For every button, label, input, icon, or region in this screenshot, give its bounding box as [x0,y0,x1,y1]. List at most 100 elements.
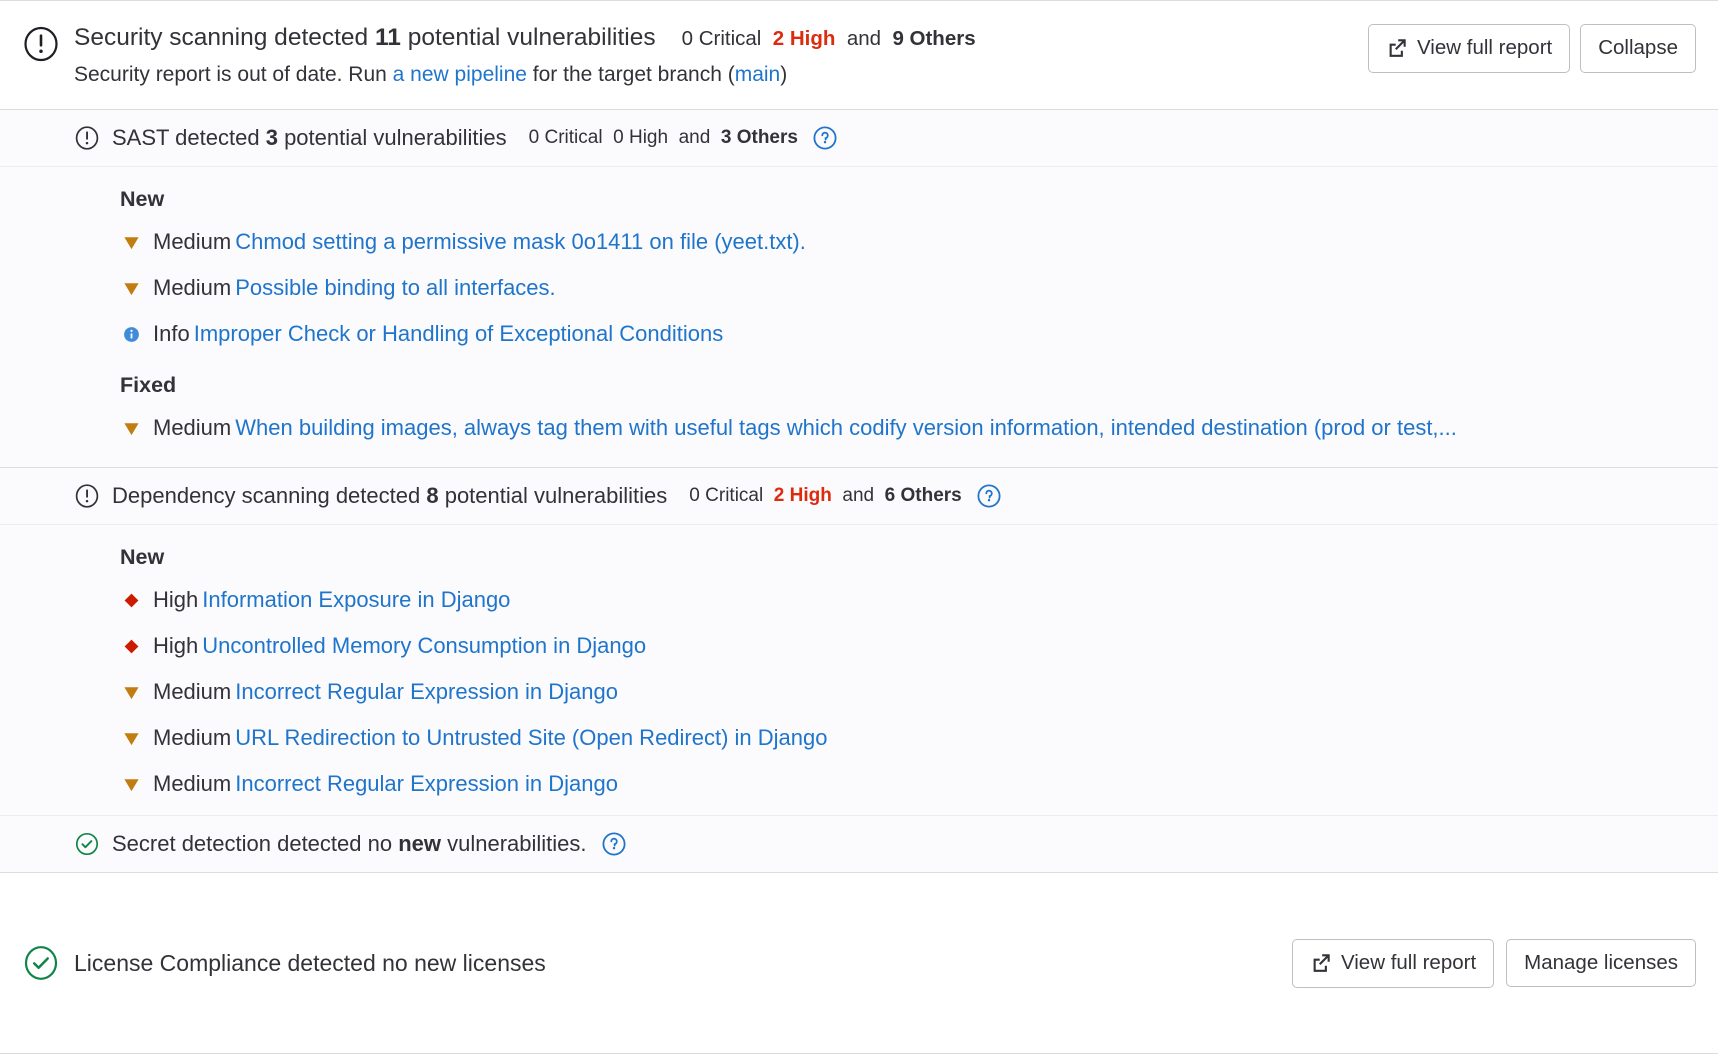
sast-title: SAST detected 3 potential vulnerabilitie… [112,124,507,152]
finding-name-link[interactable]: Possible binding to all interfaces. [235,274,555,302]
manage-licenses-button[interactable]: Manage licenses [1506,939,1696,988]
finding-severity: Medium [153,414,231,442]
sast-group-new-title: New [120,185,1696,213]
warning-circle-icon [74,483,100,509]
secret-text-bold: new [398,831,441,856]
finding-severity: High [153,632,198,660]
warning-circle-icon [74,125,100,151]
sast-section-header[interactable]: SAST detected 3 potential vulnerabilitie… [0,110,1718,167]
severity-high-diamond-icon [120,637,142,656]
finding-row[interactable]: Medium URL Redirection to Untrusted Site… [120,715,1696,761]
question-circle-icon[interactable] [976,483,1002,509]
dependency-title: Dependency scanning detected 8 potential… [112,482,667,510]
summary-others-count: 9 Others [892,24,975,54]
external-link-icon [1386,37,1408,59]
severity-medium-triangle-icon [120,683,142,702]
sast-and-word: and [679,127,711,149]
sast-group-fixed-title: Fixed [120,371,1696,399]
summary-and-word: and [847,24,881,54]
finding-severity: Medium [153,770,231,798]
secret-detection-text: Secret detection detected no new vulnera… [112,830,587,858]
collapse-button[interactable]: Collapse [1580,24,1696,73]
sast-others-count: 3 Others [721,127,798,149]
sast-critical-count: 0 Critical [529,127,603,149]
target-branch-link[interactable]: main [735,63,781,86]
new-pipeline-link[interactable]: a new pipeline [393,63,527,86]
finding-severity: High [153,586,198,614]
subtext-prefix: Security report is out of date. Run [74,63,393,86]
finding-name-link[interactable]: URL Redirection to Untrusted Site (Open … [235,724,827,752]
finding-severity: Medium [153,228,231,256]
security-summary-header: Security scanning detected 11 potential … [0,1,1718,110]
view-full-report-label: View full report [1417,38,1552,59]
finding-name-link[interactable]: Chmod setting a permissive mask 0o1411 o… [235,228,806,256]
external-link-icon [1310,952,1332,974]
finding-name-link[interactable]: Information Exposure in Django [202,586,510,614]
finding-row[interactable]: High Uncontrolled Memory Consumption in … [120,623,1696,669]
dependency-and-word: and [842,485,874,507]
sast-vulnerability-count: 3 [266,124,278,152]
finding-row[interactable]: Medium Incorrect Regular Expression in D… [120,761,1696,807]
license-view-full-report-label: View full report [1341,953,1476,974]
view-full-report-button[interactable]: View full report [1368,24,1570,73]
finding-severity: Info [153,320,190,348]
finding-severity: Medium [153,274,231,302]
severity-medium-triangle-icon [120,419,142,438]
security-mr-widget: Security scanning detected 11 potential … [0,0,1718,1054]
summary-critical-count: 0 Critical [682,24,762,54]
severity-medium-triangle-icon [120,729,142,748]
summary-title-prefix: Security scanning detected [74,23,375,53]
license-compliance-actions: View full report Manage licenses [1292,939,1696,988]
finding-name-link[interactable]: Incorrect Regular Expression in Django [235,678,618,706]
success-check-circle-icon [74,831,100,857]
severity-info-circle-icon [120,325,142,344]
sast-findings-list: New Medium Chmod setting a permissive ma… [0,167,1718,467]
dependency-critical-count: 0 Critical [689,485,763,507]
secret-detection-section-header[interactable]: Secret detection detected no new vulnera… [0,815,1718,873]
license-compliance-section: License Compliance detected no new licen… [0,873,1718,1053]
finding-name-link[interactable]: When building images, always tag them wi… [235,414,1457,442]
subtext-suffix: ) [780,63,787,86]
sast-title-suffix: potential vulnerabilities [278,124,507,152]
dependency-vulnerability-count: 8 [426,482,438,510]
warning-circle-icon [22,25,60,63]
finding-row[interactable]: Medium Chmod setting a permissive mask 0… [120,219,1696,265]
subtext-middle: for the target branch ( [527,63,735,86]
finding-row[interactable]: Medium Incorrect Regular Expression in D… [120,669,1696,715]
secret-text-prefix: Secret detection detected no [112,831,398,856]
finding-severity: Medium [153,678,231,706]
dependency-scanning-section-header[interactable]: Dependency scanning detected 8 potential… [0,467,1718,525]
summary-high-count: 2 High [773,24,836,54]
finding-row[interactable]: Info Improper Check or Handling of Excep… [120,311,1696,357]
dependency-findings-list: New High Information Exposure in Django … [0,525,1718,815]
dependency-group-new-title: New [120,543,1696,571]
dependency-title-prefix: Dependency scanning detected [112,482,426,510]
security-summary-subtext: Security report is out of date. Run a ne… [74,61,1348,89]
finding-name-link[interactable]: Incorrect Regular Expression in Django [235,770,618,798]
sast-severity-counts: 0 Critical 0 High and 3 Others [529,127,798,149]
finding-row[interactable]: High Information Exposure in Django [120,577,1696,623]
security-summary-title: Security scanning detected 11 potential … [74,23,1348,54]
finding-row[interactable]: Medium When building images, always tag … [120,405,1696,451]
security-summary-body: Security scanning detected 11 potential … [74,21,1348,89]
summary-severity-counts: 0 Critical 2 High and 9 Others [682,24,976,54]
dependency-title-suffix: potential vulnerabilities [439,482,668,510]
license-view-full-report-button[interactable]: View full report [1292,939,1494,988]
finding-row[interactable]: Medium Possible binding to all interface… [120,265,1696,311]
summary-title-suffix: potential vulnerabilities [401,23,656,53]
summary-vulnerability-count: 11 [375,23,401,53]
sast-title-prefix: SAST detected [112,124,266,152]
finding-severity: Medium [153,724,231,752]
finding-name-link[interactable]: Uncontrolled Memory Consumption in Djang… [202,632,646,660]
severity-medium-triangle-icon [120,279,142,298]
question-circle-icon[interactable] [812,125,838,151]
dependency-severity-counts: 0 Critical 2 High and 6 Others [689,485,961,507]
success-check-circle-icon [22,944,60,982]
severity-medium-triangle-icon [120,775,142,794]
question-circle-icon[interactable] [601,831,627,857]
dependency-high-count: 2 High [774,485,832,507]
security-summary-actions: View full report Collapse [1368,21,1696,73]
sast-high-count: 0 High [613,127,668,149]
finding-name-link[interactable]: Improper Check or Handling of Exceptiona… [194,320,724,348]
severity-high-diamond-icon [120,591,142,610]
